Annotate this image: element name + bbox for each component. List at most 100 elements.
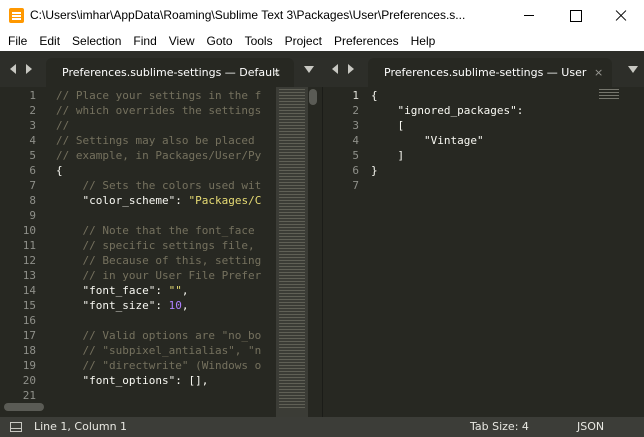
tab-label: Preferences.sublime-settings — Default [62, 66, 280, 79]
code-line: { [371, 89, 378, 102]
code-token: // in your User File Prefer [56, 269, 262, 282]
title-bar: C:\Users\imhar\AppData\Roaming\Sublime T… [0, 0, 644, 31]
code-token: : [155, 284, 169, 297]
tab-prev-arrow-icon[interactable] [10, 64, 16, 74]
code-line: // which overrides the settings [56, 104, 261, 117]
tab-size-indicator[interactable]: Tab Size: 4 [470, 420, 529, 433]
tab-list-dropdown-icon[interactable] [628, 66, 638, 73]
code-line: // Note that the font_face [56, 224, 261, 237]
code-token: // Because of this, setting [56, 254, 262, 267]
code-line: // "subpixel_antialias", "n [56, 344, 261, 357]
menu-help[interactable]: Help [405, 34, 442, 48]
code-token: "color_scheme" [82, 194, 176, 207]
minimap[interactable] [276, 87, 308, 417]
line-number: 7 [352, 179, 359, 192]
code-token: // [56, 119, 70, 132]
line-number: 1 [29, 89, 36, 102]
code-line: // Because of this, setting [56, 254, 261, 267]
menu-project[interactable]: Project [279, 34, 328, 48]
syntax-indicator[interactable]: JSON [577, 420, 604, 433]
code-line: } [371, 164, 378, 177]
code-line: [ [371, 119, 404, 132]
menu-goto[interactable]: Goto [201, 34, 239, 48]
line-number: 13 [22, 269, 36, 282]
line-number: 4 [29, 134, 36, 147]
tab-prev-arrow-icon[interactable] [332, 64, 338, 74]
code-line: // Settings may also be placed [56, 134, 261, 147]
cursor-position: Line 1, Column 1 [34, 420, 128, 433]
code-token: // "subpixel_antialias", "n [56, 344, 262, 357]
code-token: "ignored_packages" [397, 104, 517, 117]
code-token: // Settings may also be placed [56, 134, 262, 147]
tab-next-arrow-icon[interactable] [348, 64, 354, 74]
menu-edit[interactable]: Edit [33, 34, 66, 48]
tab-preferences-user[interactable]: Preferences.sublime-settings — User × [368, 58, 612, 87]
line-number: 4 [352, 134, 359, 147]
code-token: "font_size" [82, 299, 156, 312]
tab-close-icon[interactable]: × [272, 66, 281, 79]
close-window-button[interactable] [598, 0, 644, 31]
code-line: "Vintage" [371, 134, 484, 147]
code-token: "Packages/C [188, 194, 262, 207]
code-token: // specific settings file, [56, 239, 262, 252]
code-token: : [516, 104, 524, 117]
menu-selection[interactable]: Selection [66, 34, 127, 48]
tab-label: Preferences.sublime-settings — User [384, 66, 587, 79]
panel-toggle-icon[interactable] [10, 422, 22, 432]
code-token: : [], [175, 374, 209, 387]
line-number: 11 [22, 239, 36, 252]
menu-file[interactable]: File [2, 34, 33, 48]
right-editor-pane[interactable]: 1 2 3 4 5 6 7 { "ignored_packages": [ "Vintage… [322, 87, 644, 417]
code-token: // Note that the font_face [56, 224, 262, 237]
menu-preferences[interactable]: Preferences [328, 34, 405, 48]
code-token: : [155, 299, 169, 312]
line-number: 18 [22, 344, 36, 357]
minimize-button[interactable] [506, 0, 552, 31]
code-token: 10 [168, 299, 182, 312]
code-line: // in your User File Prefer [56, 269, 261, 282]
code-line: // [56, 119, 69, 132]
minimap-preview [279, 89, 305, 409]
code-line: "font_size": 10, [56, 299, 189, 312]
line-number: 1 [352, 89, 359, 102]
menu-tools[interactable]: Tools [239, 34, 279, 48]
code-token: // which overrides the settings [56, 104, 262, 117]
code-token: : [175, 194, 189, 207]
minimap[interactable] [597, 87, 625, 101]
line-number: 3 [29, 119, 36, 132]
line-number: 17 [22, 329, 36, 342]
maximize-button[interactable] [552, 0, 598, 31]
line-number: 6 [29, 164, 36, 177]
line-number: 12 [22, 254, 36, 267]
code-line: // "directwrite" (Windows o [56, 359, 261, 372]
left-editor-pane[interactable]: 1 2 3 4 5 6 7 8 9 10 11 12 13 14 15 16 17 18 19 20 21 // Pla… [0, 87, 322, 417]
code-token: // "directwrite" (Windows o [56, 359, 262, 372]
code-token: , [181, 299, 189, 312]
vertical-scrollbar-thumb[interactable] [309, 89, 317, 105]
code-line: // specific settings file, [56, 239, 261, 252]
horizontal-scrollbar-thumb[interactable] [4, 403, 44, 411]
menu-find[interactable]: Find [127, 34, 162, 48]
code-token: "font_face" [82, 284, 156, 297]
tab-preferences-default[interactable]: Preferences.sublime-settings — Default × [46, 58, 294, 87]
code-token: "Vintage" [423, 134, 484, 147]
line-number: 5 [352, 149, 359, 162]
code-token: ] [371, 149, 405, 162]
menu-bar: File Edit Selection Find View Goto Tools… [0, 31, 644, 51]
code-line: "font_face": "", [56, 284, 189, 297]
code-token: , [181, 284, 189, 297]
line-number: 19 [22, 359, 36, 372]
code-token: // Sets the colors used wit [56, 179, 262, 192]
code-line: // example, in Packages/User/Py [56, 149, 261, 162]
tab-next-arrow-icon[interactable] [26, 64, 32, 74]
line-number: 9 [29, 209, 36, 222]
menu-view[interactable]: View [163, 34, 201, 48]
tab-close-icon[interactable]: × [594, 66, 603, 79]
window-title: C:\Users\imhar\AppData\Roaming\Sublime T… [30, 8, 466, 22]
code-token: // example, in Packages/User/Py [56, 149, 262, 162]
tab-list-dropdown-icon[interactable] [304, 66, 314, 73]
code-token: "" [168, 284, 182, 297]
